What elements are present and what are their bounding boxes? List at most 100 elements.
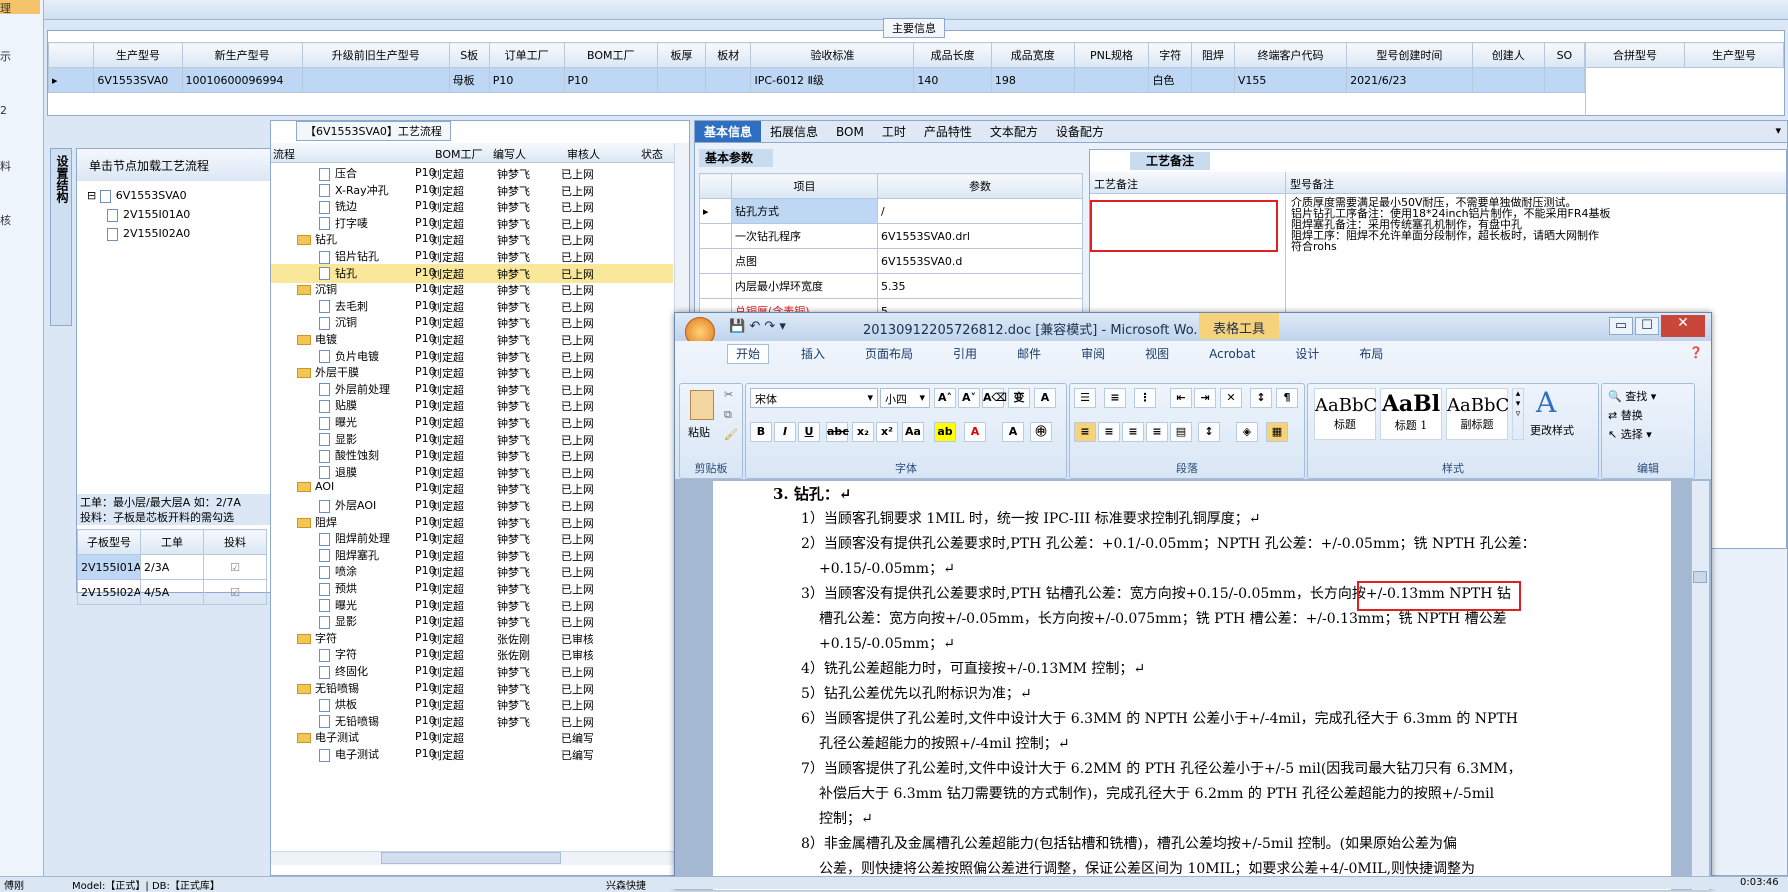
col-header[interactable]: 成品长度: [913, 42, 992, 68]
col-sub-model[interactable]: 子板型号: [77, 529, 141, 555]
param-value[interactable]: 6V1553SVA0.drl: [877, 223, 1083, 249]
col-header[interactable]: 生产型号: [93, 42, 183, 68]
col-prod-model[interactable]: 生产型号: [1684, 42, 1784, 68]
nav-item[interactable]: 料: [0, 158, 11, 174]
col-header[interactable]: SO: [1543, 42, 1586, 68]
col-flow[interactable]: 流程: [273, 146, 295, 162]
col-header[interactable]: 验收标准: [750, 42, 915, 68]
style-subtitle[interactable]: AaBbC 副标题: [1446, 388, 1509, 440]
feed-checkbox[interactable]: ☑: [203, 554, 267, 580]
sort-icon[interactable]: ↕: [1250, 388, 1272, 408]
nav-item[interactable]: 核: [0, 212, 11, 228]
cut-icon[interactable]: ✂: [724, 388, 733, 401]
decrease-indent-icon[interactable]: ⇤: [1170, 388, 1192, 408]
style-title[interactable]: AaBbC 标题: [1314, 388, 1377, 440]
merge-table[interactable]: 合拼型号 生产型号: [1585, 42, 1784, 68]
process-remark-highlight[interactable]: [1090, 200, 1278, 252]
grow-font-icon[interactable]: A˄: [934, 388, 956, 408]
workorder-cell[interactable]: 4/5A: [140, 579, 204, 605]
col-reviewer[interactable]: 审核人: [567, 146, 600, 162]
font-size-combo[interactable]: 小四 ▾: [880, 388, 930, 408]
ribbon-tab[interactable]: 开始: [727, 344, 770, 364]
ribbon-tab[interactable]: 邮件: [1009, 345, 1049, 363]
cell[interactable]: [1543, 67, 1586, 93]
col-header[interactable]: PNL规格: [1073, 42, 1150, 68]
param-name[interactable]: 点图: [731, 248, 878, 274]
cell[interactable]: 2021/6/23: [1346, 67, 1473, 93]
cell[interactable]: 6V1553SVA0: [93, 67, 183, 93]
structure-vertical-tab[interactable]: 设置结构: [50, 148, 72, 326]
ribbon-tab[interactable]: 设计: [1287, 345, 1327, 363]
col-param[interactable]: 参数: [877, 173, 1083, 199]
format-painter-icon[interactable]: 🖌: [724, 428, 738, 441]
replace-button[interactable]: ⇄ 替换: [1608, 407, 1643, 423]
cell[interactable]: P10: [488, 67, 565, 93]
col-writer[interactable]: 编写人: [493, 146, 526, 162]
col-model-remark[interactable]: 型号备注: [1290, 176, 1334, 192]
cell[interactable]: [656, 67, 707, 93]
model-remark-text[interactable]: 介质厚度需要满足最小50V耐压，不需要单独做耐压测试。 铝片钻孔工序备注：使用18…: [1291, 197, 1611, 252]
col-header[interactable]: 字符: [1148, 42, 1193, 68]
cell[interactable]: P10: [563, 67, 658, 93]
cell[interactable]: 白色: [1148, 67, 1193, 93]
chinese-layout-icon[interactable]: ✕: [1220, 388, 1242, 408]
change-case-icon[interactable]: Aa: [902, 422, 924, 442]
row-pointer[interactable]: ▸: [47, 67, 95, 93]
flow-hscrollbar[interactable]: [271, 851, 674, 865]
find-button[interactable]: 🔍 查找 ▾: [1608, 388, 1656, 404]
col-header[interactable]: S板: [448, 42, 490, 68]
sub-model-cell[interactable]: 2V155I02A0: [77, 579, 141, 605]
param-value[interactable]: /: [877, 198, 1083, 224]
document-vscrollbar[interactable]: [1691, 481, 1709, 890]
change-styles-icon[interactable]: A: [1536, 386, 1556, 419]
cell[interactable]: IPC-6012 Ⅱ级: [750, 67, 915, 93]
ribbon-tab[interactable]: 审阅: [1073, 345, 1113, 363]
underline-icon[interactable]: U: [798, 422, 820, 442]
char-border-icon[interactable]: A: [1034, 388, 1056, 408]
param-value[interactable]: 5.35: [877, 273, 1083, 299]
close-button[interactable]: ✕: [1661, 315, 1705, 337]
help-icon[interactable]: ❓: [1689, 346, 1703, 359]
col-header[interactable]: 升级前旧生产型号: [301, 42, 450, 68]
word-titlebar[interactable]: 💾 ↶ ↷ ▾ 20130912205726812.doc [兼容模式] - M…: [675, 313, 1711, 347]
col-header[interactable]: 订单工厂: [488, 42, 565, 68]
cell[interactable]: 140: [913, 67, 992, 93]
col-status[interactable]: 状态: [641, 146, 663, 162]
justify-icon[interactable]: ≡: [1146, 422, 1168, 442]
change-styles-label[interactable]: 更改样式: [1530, 422, 1574, 438]
align-left-icon[interactable]: ≡: [1074, 422, 1096, 442]
cell[interactable]: V155: [1233, 67, 1348, 93]
font-color-icon[interactable]: A: [964, 422, 986, 442]
increase-indent-icon[interactable]: ⇥: [1194, 388, 1216, 408]
italic-icon[interactable]: I: [774, 422, 796, 442]
col-header[interactable]: 板厚: [656, 42, 707, 68]
subscript-icon[interactable]: x₂: [852, 422, 874, 442]
cell[interactable]: 母板: [448, 67, 490, 93]
shading-icon[interactable]: ◈: [1236, 422, 1258, 442]
nav-item[interactable]: 示: [0, 48, 11, 64]
cell[interactable]: [1191, 67, 1235, 93]
col-header[interactable]: 新生产型号: [181, 42, 303, 68]
flow-row[interactable]: 电子测试 P10 刘定超 已编写: [271, 745, 673, 764]
tab-text-recipe[interactable]: 文本配方: [981, 121, 1047, 142]
cell[interactable]: 10010600096994: [181, 67, 303, 93]
col-header[interactable]: 板材: [705, 42, 752, 68]
multilevel-icon[interactable]: ⋮: [1134, 388, 1156, 408]
select-button[interactable]: ↖ 选择 ▾: [1608, 426, 1652, 442]
style-heading-1[interactable]: AaBl 标题 1: [1380, 388, 1442, 440]
param-name[interactable]: 钻孔方式: [731, 198, 878, 224]
ribbon-tab[interactable]: 引用: [945, 345, 985, 363]
distribute-icon[interactable]: ▤: [1170, 422, 1192, 442]
align-center-icon[interactable]: ≡: [1098, 422, 1120, 442]
col-item[interactable]: 项目: [731, 173, 878, 199]
char-shading-icon[interactable]: A: [1002, 422, 1024, 442]
tab-product-features[interactable]: 产品特性: [915, 121, 981, 142]
minimize-button[interactable]: ▭: [1609, 317, 1633, 335]
paste-icon[interactable]: [690, 390, 714, 420]
tab-equipment-recipe[interactable]: 设备配方: [1047, 121, 1113, 142]
main-info-table[interactable]: 生产型号 新生产型号 升级前旧生产型号 S板 订单工厂 BOM工厂 板厚 板材 验收标准 成品长度…: [47, 42, 1586, 93]
ribbon-tab[interactable]: 插入: [793, 345, 833, 363]
cell[interactable]: [1073, 67, 1150, 93]
col-merge-model[interactable]: 合拼型号: [1585, 42, 1685, 68]
basic-params-table[interactable]: 项目 参数 ▸ 钻孔方式 / 一次钻孔程序 6V1553SVA0.drl 点图 6V155…: [699, 173, 1083, 324]
